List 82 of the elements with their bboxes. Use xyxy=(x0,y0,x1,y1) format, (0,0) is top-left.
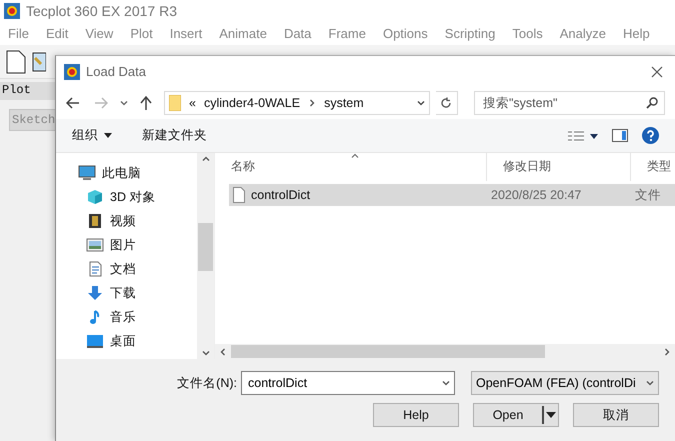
column-header[interactable]: 名称 xyxy=(215,153,487,181)
scroll-thumb[interactable] xyxy=(231,345,545,358)
menu-item[interactable]: Insert xyxy=(170,26,202,41)
menu-item[interactable]: Analyze xyxy=(560,26,606,41)
up-button[interactable] xyxy=(140,96,152,110)
menu-item[interactable]: Edit xyxy=(46,26,68,41)
menu-item[interactable]: Plot xyxy=(130,26,153,41)
app-logo-icon xyxy=(4,3,20,19)
menu-item[interactable]: Scripting xyxy=(444,26,496,41)
film-icon xyxy=(86,213,104,229)
filename-label: 文件名(N): xyxy=(177,374,237,392)
chevron-icon xyxy=(308,99,316,107)
breadcrumb-folder[interactable]: system xyxy=(324,96,364,110)
file-type-dropdown[interactable]: OpenFOAM (FEA) (controlDi xyxy=(471,371,659,395)
folder-icon xyxy=(169,95,181,111)
dialog-title: Load Data xyxy=(86,64,147,79)
menu-item[interactable]: Help xyxy=(622,26,650,41)
dropdown-icon xyxy=(646,379,654,387)
nav-item[interactable]: 视频 xyxy=(78,209,197,233)
menu-item[interactable]: Options xyxy=(382,26,428,41)
nav-item[interactable]: 音乐 xyxy=(78,305,197,329)
close-icon xyxy=(651,66,663,78)
caret-icon xyxy=(104,133,112,138)
new-page-icon[interactable] xyxy=(6,50,26,74)
search-field[interactable]: 搜索"system" xyxy=(474,91,665,115)
nav-item[interactable]: 文档 xyxy=(78,257,197,281)
address-bar[interactable]: « cylinder4-0WALE system xyxy=(164,91,430,115)
menu-item[interactable]: Animate xyxy=(219,26,267,41)
recent-locations-button[interactable] xyxy=(120,99,128,107)
menu-item[interactable]: File xyxy=(8,26,29,41)
menu-item[interactable]: Frame xyxy=(328,26,366,41)
image-icon xyxy=(86,237,104,253)
down-arrow-icon xyxy=(86,285,104,301)
open-file-icon[interactable] xyxy=(32,50,46,74)
dropdown-icon xyxy=(416,99,425,107)
organize-menu[interactable]: 组织 xyxy=(72,127,112,144)
nav-item[interactable]: 3D 对象 xyxy=(78,185,197,209)
new-folder-button[interactable]: 新建文件夹 xyxy=(142,127,207,144)
window-title: Tecplot 360 EX 2017 R3 xyxy=(26,3,177,19)
modified-date: 2020/8/25 20:47 xyxy=(491,188,582,202)
view-options-icon[interactable] xyxy=(568,130,598,140)
nav-item[interactable]: 图片 xyxy=(78,233,197,257)
menu-item[interactable]: Tools xyxy=(512,26,543,41)
app-logo-icon xyxy=(64,64,80,80)
nav-item[interactable]: 此电脑 xyxy=(78,161,197,185)
computer-icon xyxy=(78,165,96,181)
file-row[interactable]: controlDict 2020/8/25 20:47 文件 xyxy=(229,184,675,206)
back-button[interactable] xyxy=(66,97,80,109)
refresh-icon xyxy=(440,97,452,109)
panel-title: Plot xyxy=(0,82,55,100)
scroll-thumb[interactable] xyxy=(198,223,213,271)
nav-item[interactable]: 桌面 xyxy=(78,329,197,353)
help-icon[interactable] xyxy=(642,127,659,144)
dialog-button[interactable]: 取消 xyxy=(573,403,659,427)
filename-field[interactable]: controlDict xyxy=(241,371,455,395)
scroll-right-icon xyxy=(663,348,671,356)
vertical-scrollbar[interactable] xyxy=(197,153,214,359)
file-name: controlDict xyxy=(251,188,310,202)
menu-item[interactable]: View xyxy=(85,26,114,41)
scroll-down-icon xyxy=(202,349,210,357)
cube-icon xyxy=(86,189,104,205)
caret-icon xyxy=(120,99,128,107)
scroll-left-icon xyxy=(219,348,227,356)
column-header[interactable]: 修改日期 xyxy=(487,153,631,181)
dialog-button[interactable]: Open xyxy=(473,403,559,427)
search-icon xyxy=(646,97,658,109)
breadcrumb-folder[interactable]: cylinder4-0WALE xyxy=(204,96,300,110)
scroll-up-icon xyxy=(202,155,210,163)
dialog-button[interactable]: Help xyxy=(373,403,459,427)
horizontal-scrollbar[interactable] xyxy=(215,344,675,359)
preview-pane-icon[interactable] xyxy=(612,129,628,142)
sort-icon xyxy=(351,153,359,158)
file-type: 文件 xyxy=(635,186,661,204)
breadcrumb-overflow[interactable]: « xyxy=(189,96,196,110)
column-header[interactable]: 类型 xyxy=(631,153,675,181)
nav-item[interactable]: 下载 xyxy=(78,281,197,305)
file-icon xyxy=(233,187,245,203)
caret-icon xyxy=(546,412,556,418)
menu-item[interactable]: Data xyxy=(284,26,312,41)
refresh-button[interactable] xyxy=(436,91,458,115)
dropdown-icon xyxy=(442,379,450,387)
desktop-icon xyxy=(86,333,104,349)
